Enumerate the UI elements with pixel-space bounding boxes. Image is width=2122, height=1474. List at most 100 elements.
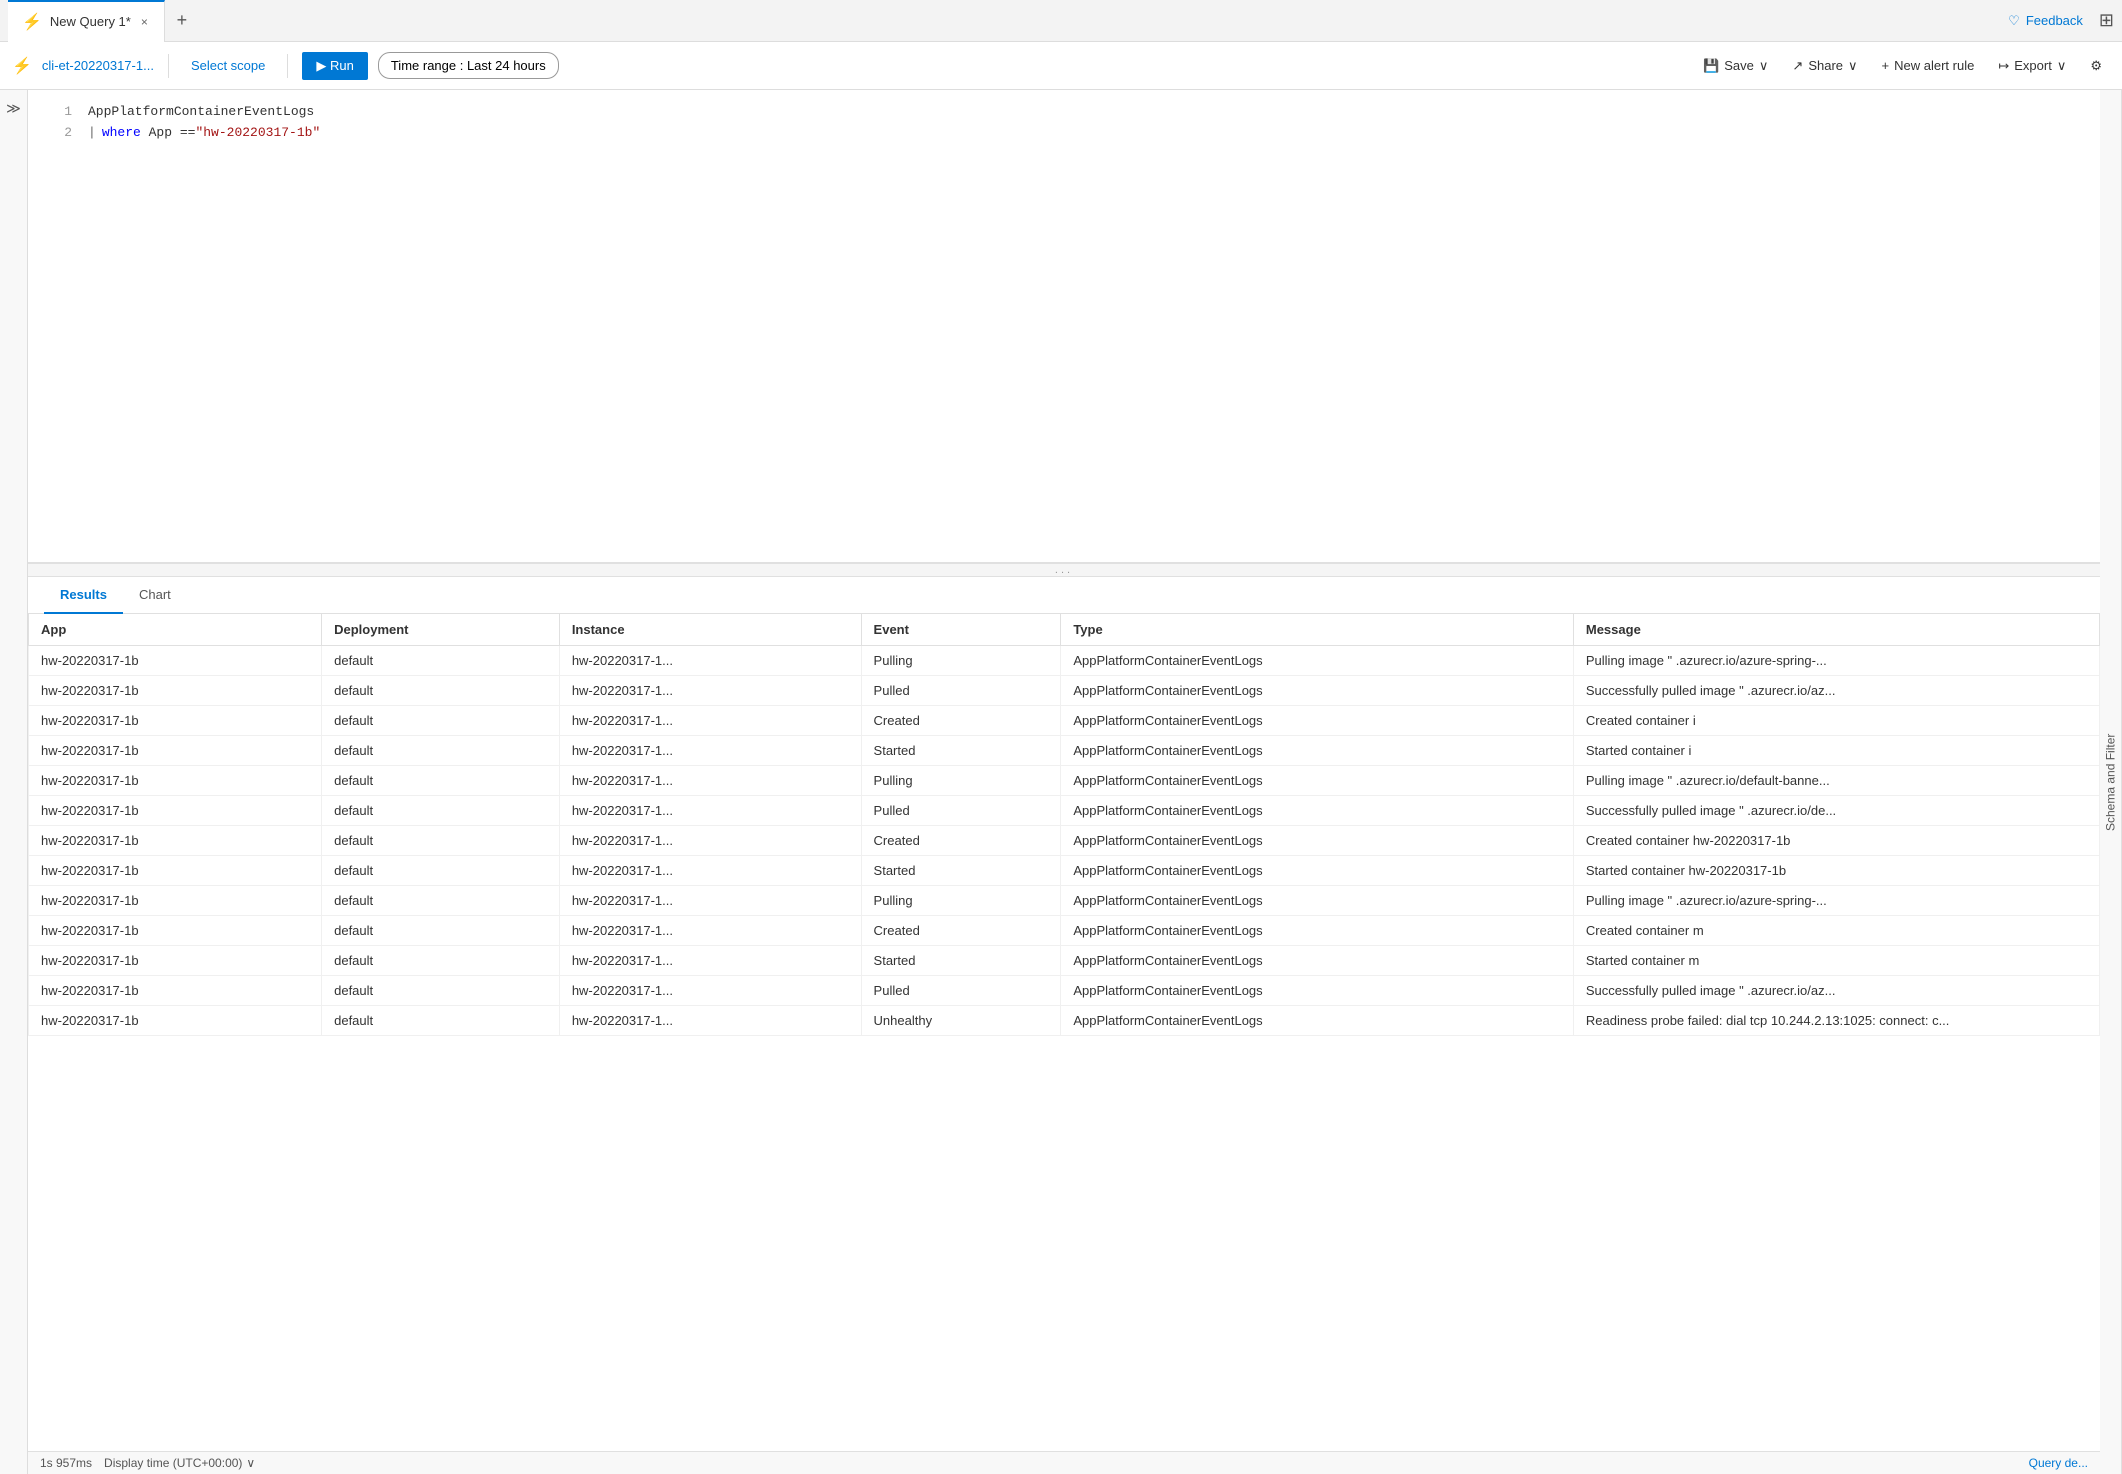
results-table-container[interactable]: App Deployment Instance Event Type Messa… [28, 614, 2100, 1451]
col-header-app: App [29, 614, 322, 646]
cell-instance: hw-20220317-1... [559, 946, 861, 976]
cell-message: Readiness probe failed: dial tcp 10.244.… [1573, 1006, 2099, 1036]
query-tab[interactable]: ⚡ New Query 1* × [8, 0, 165, 42]
cell-instance: hw-20220317-1... [559, 706, 861, 736]
table-row[interactable]: hw-20220317-1bdefaulthw-20220317-1...Cre… [29, 826, 2100, 856]
grid-icon[interactable]: ⊞ [2099, 10, 2114, 31]
scope-name[interactable]: cli-et-20220317-1... [42, 58, 154, 73]
close-tab-button[interactable]: × [139, 13, 150, 31]
table-row[interactable]: hw-20220317-1bdefaulthw-20220317-1...Pul… [29, 796, 2100, 826]
cell-deployment: default [322, 766, 560, 796]
col-header-deployment: Deployment [322, 614, 560, 646]
toolbar: ⚡ cli-et-20220317-1... Select scope ▶ Ru… [0, 42, 2122, 90]
save-icon: 💾 [1703, 58, 1719, 74]
cell-event: Pulled [861, 676, 1061, 706]
cell-instance: hw-20220317-1... [559, 886, 861, 916]
cell-deployment: default [322, 856, 560, 886]
cell-app: hw-20220317-1b [29, 646, 322, 676]
code-line-2: 2 | where App == "hw-20220317-1b" [44, 123, 2084, 144]
save-button[interactable]: 💾 Save ∨ [1695, 54, 1776, 78]
code-editor[interactable]: 1 AppPlatformContainerEventLogs 2 | wher… [28, 90, 2100, 563]
feedback-label: Feedback [2026, 13, 2083, 28]
share-button[interactable]: ↗ Share ∨ [1784, 54, 1865, 78]
table-row[interactable]: hw-20220317-1bdefaulthw-20220317-1...Pul… [29, 976, 2100, 1006]
cell-message: Successfully pulled image " .azurecr.io/… [1573, 676, 2099, 706]
cell-message: Successfully pulled image " .azurecr.io/… [1573, 796, 2099, 826]
col-header-type: Type [1061, 614, 1574, 646]
toolbar-right: 💾 Save ∨ ↗ Share ∨ + New alert rule ↦ Ex… [1695, 54, 2110, 78]
cell-app: hw-20220317-1b [29, 1006, 322, 1036]
cell-app: hw-20220317-1b [29, 886, 322, 916]
status-left: 1s 957ms Display time (UTC+00:00) ∨ [40, 1456, 255, 1470]
cell-type: AppPlatformContainerEventLogs [1061, 706, 1574, 736]
export-button[interactable]: ↦ Export ∨ [1990, 54, 2074, 78]
cell-message: Created container hw-20220317-1b [1573, 826, 2099, 856]
table-row[interactable]: hw-20220317-1bdefaulthw-20220317-1...Sta… [29, 946, 2100, 976]
query-details-link[interactable]: Query de... [2029, 1456, 2088, 1470]
cell-message: Started container i [1573, 736, 2099, 766]
share-label: Share [1808, 58, 1843, 73]
new-alert-plus-icon: + [1882, 58, 1890, 73]
cell-deployment: default [322, 826, 560, 856]
cell-event: Started [861, 946, 1061, 976]
table-row[interactable]: hw-20220317-1bdefaulthw-20220317-1...Cre… [29, 706, 2100, 736]
table-header: App Deployment Instance Event Type Messa… [29, 614, 2100, 646]
time-range-label: Time range : Last 24 hours [391, 58, 546, 73]
cell-app: hw-20220317-1b [29, 826, 322, 856]
share-dropdown-icon: ∨ [1848, 58, 1858, 74]
share-icon: ↗ [1792, 58, 1803, 74]
cell-app: hw-20220317-1b [29, 676, 322, 706]
display-time-button[interactable]: Display time (UTC+00:00) ∨ [104, 1456, 255, 1470]
cell-app: hw-20220317-1b [29, 706, 322, 736]
tab-chart[interactable]: Chart [123, 577, 187, 614]
cell-message: Created container i [1573, 706, 2099, 736]
cell-deployment: default [322, 886, 560, 916]
code-keyword-where: where [102, 123, 141, 144]
filter-button[interactable]: ⚙ [2082, 54, 2110, 78]
cell-deployment: default [322, 706, 560, 736]
resize-handle[interactable]: ... [28, 563, 2100, 577]
cell-instance: hw-20220317-1... [559, 856, 861, 886]
col-header-event: Event [861, 614, 1061, 646]
cell-deployment: default [322, 676, 560, 706]
add-tab-button[interactable]: + [165, 0, 199, 42]
cell-instance: hw-20220317-1... [559, 796, 861, 826]
time-range-button[interactable]: Time range : Last 24 hours [378, 52, 559, 79]
tab-results[interactable]: Results [44, 577, 123, 614]
cell-deployment: default [322, 976, 560, 1006]
cell-instance: hw-20220317-1... [559, 916, 861, 946]
table-row[interactable]: hw-20220317-1bdefaulthw-20220317-1...Sta… [29, 856, 2100, 886]
table-row[interactable]: hw-20220317-1bdefaulthw-20220317-1...Cre… [29, 916, 2100, 946]
display-time-dropdown-icon: ∨ [246, 1456, 255, 1470]
table-row[interactable]: hw-20220317-1bdefaulthw-20220317-1...Pul… [29, 646, 2100, 676]
table-row[interactable]: hw-20220317-1bdefaulthw-20220317-1...Pul… [29, 886, 2100, 916]
select-scope-button[interactable]: Select scope [183, 54, 273, 77]
cell-instance: hw-20220317-1... [559, 736, 861, 766]
scope-icon: ⚡ [12, 56, 32, 76]
new-alert-label: New alert rule [1894, 58, 1974, 73]
table-body: hw-20220317-1bdefaulthw-20220317-1...Pul… [29, 646, 2100, 1036]
schema-sidebar[interactable]: Schema and Filter [2100, 90, 2122, 1474]
cell-deployment: default [322, 946, 560, 976]
cell-app: hw-20220317-1b [29, 796, 322, 826]
cell-instance: hw-20220317-1... [559, 1006, 861, 1036]
table-row[interactable]: hw-20220317-1bdefaulthw-20220317-1...Sta… [29, 736, 2100, 766]
cell-app: hw-20220317-1b [29, 916, 322, 946]
cell-event: Created [861, 706, 1061, 736]
feedback-button[interactable]: ♡ Feedback [2008, 13, 2083, 29]
cell-event: Started [861, 736, 1061, 766]
export-dropdown-icon: ∨ [2057, 58, 2067, 74]
cell-event: Pulling [861, 766, 1061, 796]
table-row[interactable]: hw-20220317-1bdefaulthw-20220317-1...Unh… [29, 1006, 2100, 1036]
run-button[interactable]: ▶ Run [302, 52, 367, 80]
table-row[interactable]: hw-20220317-1bdefaulthw-20220317-1...Pul… [29, 676, 2100, 706]
new-alert-button[interactable]: + New alert rule [1874, 54, 1983, 77]
cell-event: Unhealthy [861, 1006, 1061, 1036]
cell-type: AppPlatformContainerEventLogs [1061, 946, 1574, 976]
cell-deployment: default [322, 916, 560, 946]
line-number-1: 1 [44, 102, 72, 123]
chevron-right-icon: ≫ [6, 100, 21, 117]
cell-event: Created [861, 916, 1061, 946]
sidebar-toggle-button[interactable]: ≫ [0, 90, 28, 1474]
table-row[interactable]: hw-20220317-1bdefaulthw-20220317-1...Pul… [29, 766, 2100, 796]
